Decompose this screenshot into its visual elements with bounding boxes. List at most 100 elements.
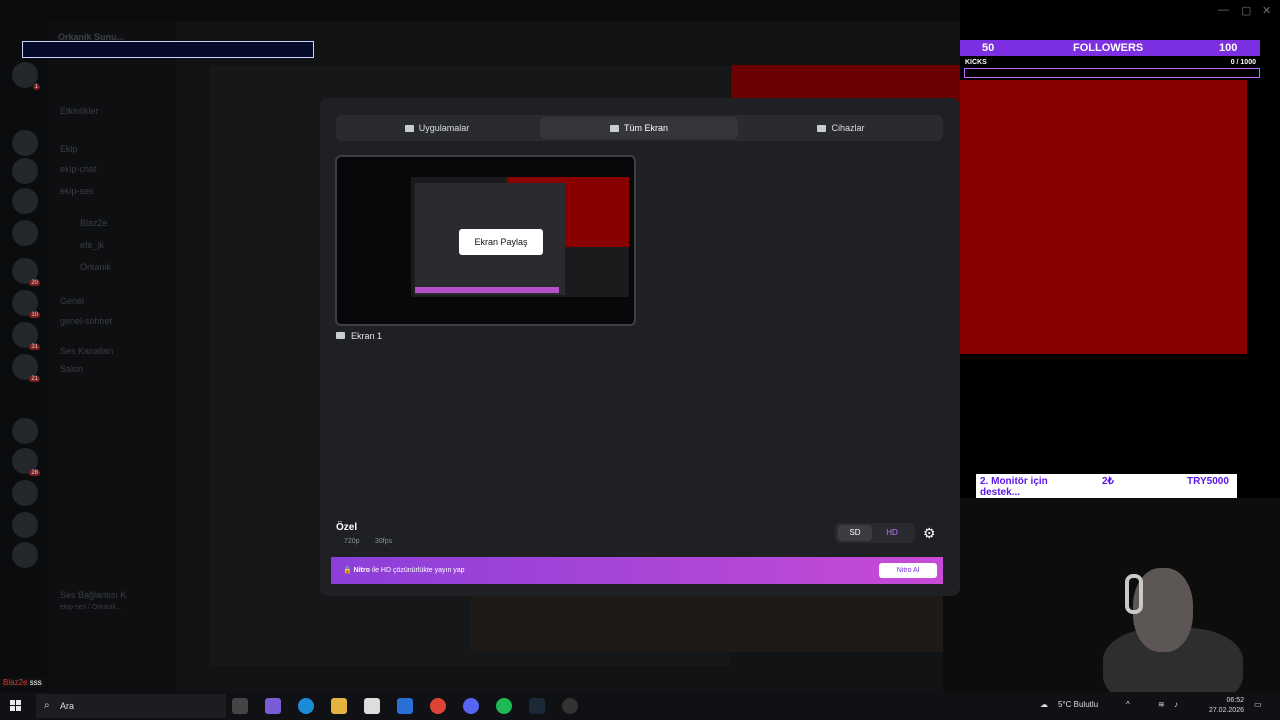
hd-button[interactable]: HD <box>875 525 909 541</box>
server-icon[interactable]: 31 <box>12 322 40 350</box>
kicks-label: KICKS <box>965 59 987 66</box>
task-view-icon[interactable] <box>232 698 248 714</box>
edge-icon[interactable] <box>298 698 314 714</box>
cloud-icon: ☁ <box>1040 700 1048 709</box>
goal-amount: 2₺ <box>1102 476 1114 487</box>
nitro-brand: Nitro <box>353 567 371 574</box>
server-icon[interactable]: 1 <box>12 62 40 90</box>
server-icon[interactable]: 21 <box>12 354 40 382</box>
search-label: Ara <box>60 701 75 711</box>
goal-target: TRY5000 <box>1187 476 1229 487</box>
get-nitro-button[interactable]: Nitro Al <box>879 563 937 578</box>
windows-start-icon[interactable] <box>10 700 22 712</box>
channel-salon[interactable]: Salon <box>60 364 83 374</box>
server-icon[interactable]: 20 <box>12 258 40 286</box>
maximize-icon[interactable]: ▢ <box>1241 4 1251 17</box>
tab-label: Cihazlar <box>831 123 865 133</box>
tab-applications[interactable]: Uygulamalar <box>338 117 536 139</box>
donation-goal: 2. Monitör için destek... 2₺ TRY5000 <box>976 474 1237 498</box>
user-name: Blaz2e <box>3 678 28 687</box>
clock-time: 06:52 <box>1226 697 1244 704</box>
chevron-up-icon[interactable]: ^ <box>1126 700 1130 709</box>
taskbar: ⌕ Ara ☁ 5°C Bulutlu ^ ≋ ♪ 06:52 27.02.20… <box>0 692 1280 720</box>
events-link[interactable]: Etkinlikler <box>60 106 99 116</box>
notification-icon[interactable]: ▭ <box>1254 700 1262 709</box>
server-icon[interactable] <box>12 418 38 444</box>
monitor-icon <box>609 125 619 132</box>
screen-preview-card[interactable]: Ekran Paylaş <box>335 155 636 326</box>
channel-ekip-ses[interactable]: ekip-ses <box>60 186 94 196</box>
tab-entire-screen[interactable]: Tüm Ekran <box>540 117 738 139</box>
nitro-description: ile HD çözünürlükte yayın yap <box>371 567 465 574</box>
volume-icon[interactable]: ♪ <box>1174 700 1178 709</box>
category-voice[interactable]: Ses Kanalları <box>60 346 114 356</box>
category-genel[interactable]: Genel <box>60 296 84 306</box>
tab-devices[interactable]: Cihazlar <box>742 117 940 139</box>
share-screen-button[interactable]: Ekran Paylaş <box>459 229 543 255</box>
server-icon[interactable] <box>12 130 38 156</box>
chrome-icon[interactable] <box>430 698 446 714</box>
kicks-value: 0 / 1000 <box>1230 59 1256 66</box>
copilot-icon[interactable] <box>265 698 281 714</box>
donation-bar <box>22 41 314 58</box>
camera-icon <box>817 125 827 132</box>
voice-location: ekip-ses / Orkanik... <box>60 604 122 611</box>
monitor-icon <box>336 332 345 339</box>
tab-label: Uygulamalar <box>418 123 470 133</box>
screen-label: Ekran 1 <box>336 331 382 341</box>
overlay-red-panel <box>960 80 1247 354</box>
server-icon[interactable] <box>12 512 38 538</box>
obs-icon[interactable] <box>562 698 578 714</box>
server-icon[interactable]: 28 <box>12 448 40 476</box>
category-ekip[interactable]: Ekip <box>60 144 78 154</box>
weather-text[interactable]: 5°C Bulutlu <box>1058 700 1098 709</box>
channel-genel-sohbet[interactable]: genel-sohbet <box>60 316 112 326</box>
server-icon[interactable] <box>12 220 38 246</box>
voice-user[interactable]: Blaz2e <box>80 218 108 228</box>
channel-ekip-chat[interactable]: ekip-chat <box>60 164 97 174</box>
sd-button[interactable]: SD <box>838 525 872 541</box>
voice-user[interactable]: efe_jk <box>80 240 104 250</box>
server-icon[interactable] <box>12 188 38 214</box>
webcam-feed <box>943 498 1280 692</box>
store-icon[interactable] <box>364 698 380 714</box>
user-tag: Blaz2e sss <box>0 678 45 687</box>
spotify-icon[interactable] <box>496 698 512 714</box>
followers-target: 100 <box>1219 42 1238 54</box>
channel-sidebar: Orkanik Sunu... Etkinlikler Ekip ekip-ch… <box>48 22 176 692</box>
screen-share-dialog: Uygulamalar Tüm Ekran Cihazlar Ekran Pay… <box>320 98 960 596</box>
discord-icon[interactable] <box>463 698 479 714</box>
quality-title: Özel <box>336 522 358 533</box>
steam-icon[interactable] <box>529 698 545 714</box>
followers-current: 50 <box>982 42 995 54</box>
kicks-progress-bar <box>964 68 1260 78</box>
clock[interactable]: 06:52 27.02.2026 <box>1200 696 1244 716</box>
wifi-icon[interactable]: ≋ <box>1158 700 1165 709</box>
voice-status: Ses Bağlantısı K <box>60 590 127 600</box>
server-icon[interactable] <box>12 158 38 184</box>
followers-goal: 50 FOLLOWERS 100 <box>960 40 1260 56</box>
close-icon[interactable]: ✕ <box>1262 4 1271 17</box>
resolution-value: 720p <box>344 538 360 545</box>
user-badge: sss <box>29 678 42 687</box>
screen-name: Ekran 1 <box>351 331 383 341</box>
file-explorer-icon[interactable] <box>331 698 347 714</box>
fps-value: 30fps <box>375 538 393 545</box>
server-icon[interactable]: 10 <box>12 290 40 318</box>
server-icon[interactable] <box>12 542 38 568</box>
taskbar-search[interactable]: ⌕ Ara <box>36 694 226 718</box>
gear-icon[interactable]: ⚙ <box>923 525 936 542</box>
quality-toggle: SD HD <box>835 523 915 543</box>
tab-label: Tüm Ekran <box>623 123 668 133</box>
search-icon: ⌕ <box>44 700 50 711</box>
minimize-icon[interactable]: — <box>1218 4 1229 16</box>
followers-label: FOLLOWERS <box>1073 42 1144 54</box>
voice-user[interactable]: Orkanik <box>80 262 111 272</box>
thumbnail-bar <box>415 287 559 293</box>
server-icon[interactable] <box>12 480 38 506</box>
headphones <box>1125 574 1143 614</box>
kicks-goal: KICKS 0 / 1000 <box>964 58 1260 78</box>
mail-icon[interactable] <box>397 698 413 714</box>
server-list: 1 20 10 31 21 28 <box>0 22 48 692</box>
clock-date: 27.02.2026 <box>1208 707 1244 714</box>
